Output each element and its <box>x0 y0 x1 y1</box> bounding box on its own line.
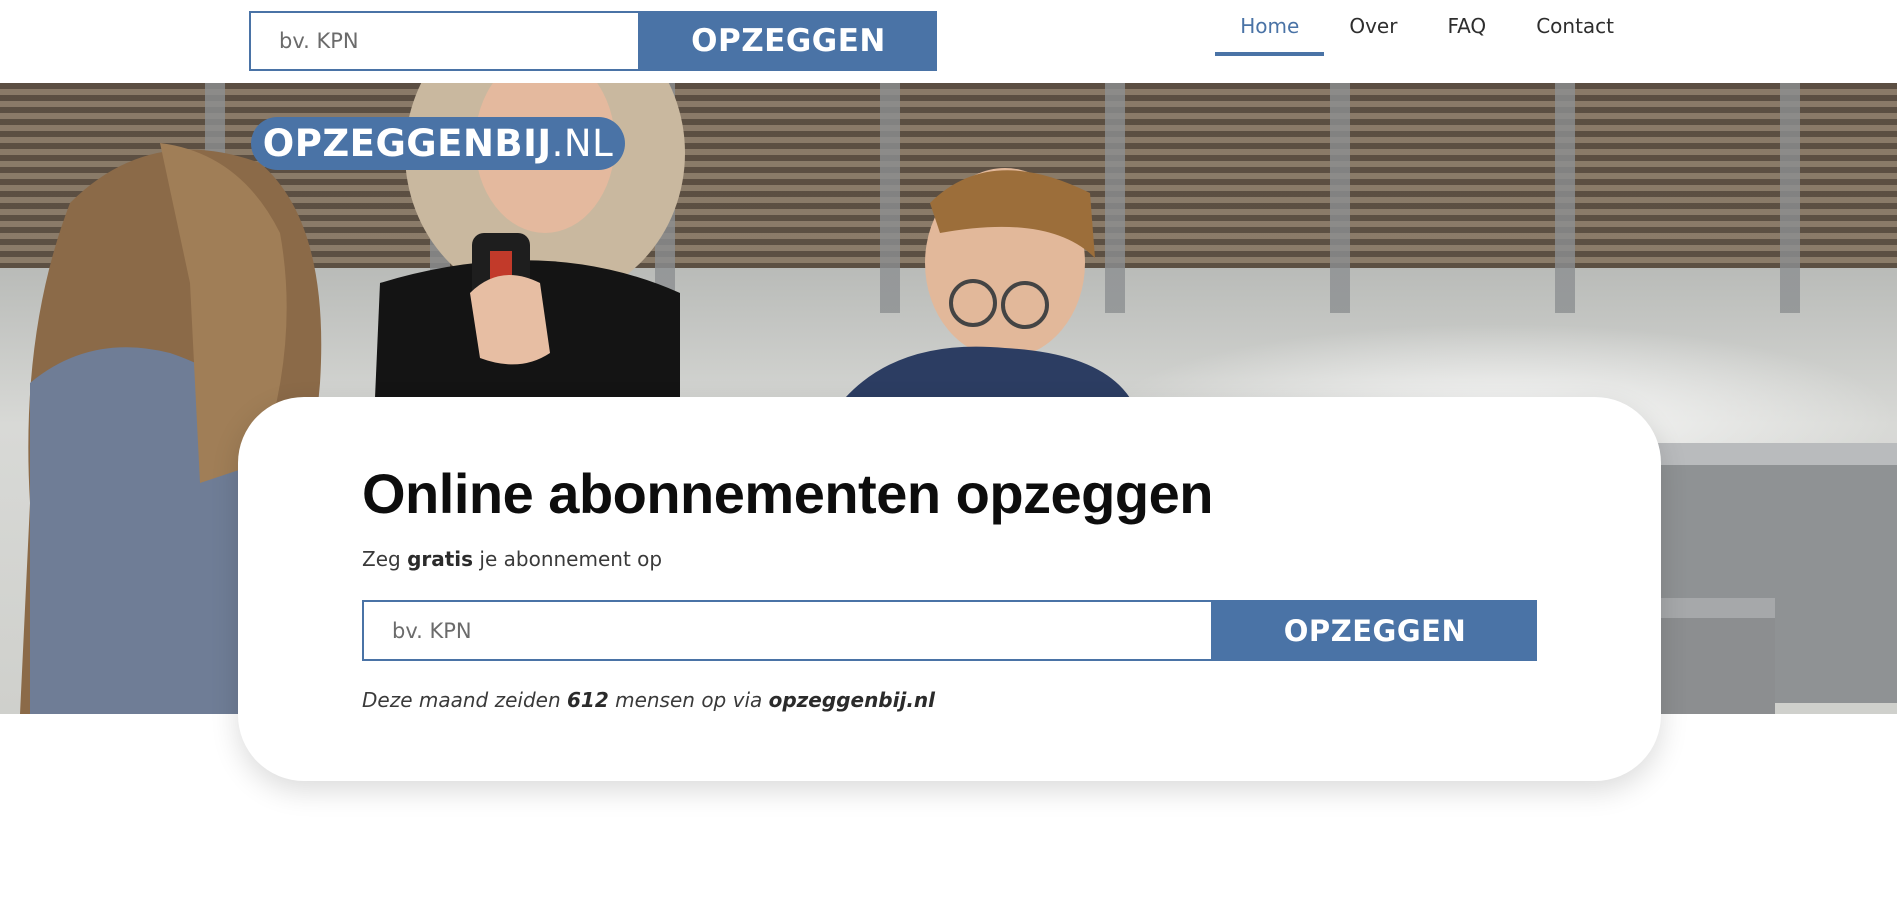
nav-faq[interactable]: FAQ <box>1422 0 1511 56</box>
page-title: Online abonnementen opzeggen <box>362 462 1213 525</box>
stat-site: opzeggenbij.nl <box>768 688 936 712</box>
main-nav: Home Over FAQ Contact <box>1215 0 1639 56</box>
subtitle-bold: gratis <box>407 547 474 571</box>
subtitle-before: Zeg <box>362 547 408 571</box>
hero-subtitle: Zeg gratis je abonnement op <box>362 547 662 571</box>
nav-home[interactable]: Home <box>1215 0 1325 56</box>
header-search-input[interactable]: bv. KPN <box>249 11 640 71</box>
hero-concrete-block <box>1650 598 1775 714</box>
site-header: bv. KPN OPZEGGEN Home Over FAQ Contact <box>0 0 1897 83</box>
nav-contact[interactable]: Contact <box>1511 0 1639 56</box>
logo-tld: .NL <box>551 122 614 165</box>
logo-name: OPZEGGENBIJ <box>262 122 552 165</box>
hero-card: Online abonnementen opzeggen Zeg gratis … <box>238 397 1661 781</box>
monthly-stat: Deze maand zeiden 612 mensen op via opze… <box>362 688 935 712</box>
main-search-input[interactable]: bv. KPN <box>362 600 1213 661</box>
stat-before: Deze maand zeiden <box>362 688 567 712</box>
stat-count: 612 <box>566 688 609 712</box>
nav-over[interactable]: Over <box>1324 0 1422 56</box>
main-opzeggen-button[interactable]: OPZEGGEN <box>1213 600 1537 661</box>
main-search-form: bv. KPN OPZEGGEN <box>362 600 1537 661</box>
site-logo[interactable]: OPZEGGENBIJ .NL <box>251 117 625 170</box>
subtitle-after: je abonnement op <box>473 547 663 571</box>
header-search-form: bv. KPN OPZEGGEN <box>249 11 937 71</box>
header-opzeggen-button[interactable]: OPZEGGEN <box>640 11 937 71</box>
stat-middle: mensen op via <box>608 688 769 712</box>
